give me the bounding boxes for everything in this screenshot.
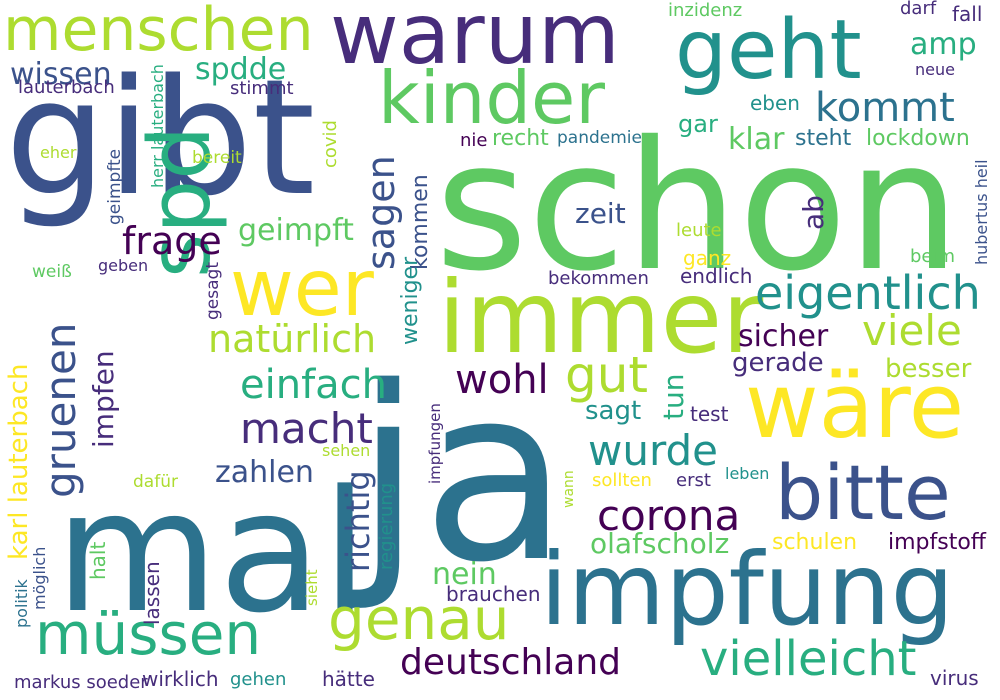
word-lauterbach: lauterbach <box>18 77 115 98</box>
word-weiss: weiß <box>32 262 72 282</box>
word-gehen: gehen <box>230 669 287 690</box>
word-wohl: wohl <box>455 357 549 403</box>
word-steht: steht <box>795 126 852 151</box>
word-eher: eher <box>40 143 77 162</box>
word-gerade: gerade <box>732 348 824 378</box>
word-geimpfte: geimpfte <box>105 148 125 225</box>
word-herr-lauterbach: herr lauterbach <box>148 64 167 188</box>
word-geben: geben <box>98 256 149 275</box>
word-eben: eben <box>750 91 800 115</box>
word-neue: neue <box>915 60 955 79</box>
word-natuerlich: natürlich <box>208 317 377 361</box>
word-sollten: sollten <box>592 470 652 491</box>
word-bitte: bitte <box>775 448 951 537</box>
word-leben: leben <box>725 464 770 483</box>
word-impfstoff: impfstoff <box>888 530 986 555</box>
word-geimpft: geimpft <box>238 213 354 248</box>
word-erst: erst <box>676 470 711 491</box>
word-geht: geht <box>675 3 862 98</box>
word-wann: wann <box>561 470 577 508</box>
word-wirklich: wirklich <box>142 667 219 691</box>
word-kinder: kinder <box>378 56 605 140</box>
word-viele: viele <box>862 306 962 355</box>
word-kommt: kommt <box>815 85 955 131</box>
word-stimmt: stimmt <box>230 78 294 99</box>
word-klar: klar <box>728 122 785 157</box>
word-deutschland: deutschland <box>400 642 622 683</box>
word-gut: gut <box>565 346 649 404</box>
word-sagen: sagen <box>359 155 403 270</box>
word-hubertus-heil: hubertus heil <box>972 159 991 265</box>
word-lockdown: lockdown <box>866 126 970 151</box>
word-politik: politik <box>12 579 31 628</box>
word-gar: gar <box>678 110 718 138</box>
word-kommen: kommen <box>408 174 433 270</box>
word-beim: beim <box>910 246 956 267</box>
word-regierung: regierung <box>376 482 397 570</box>
word-richtig: richtig <box>339 470 377 572</box>
word-schulen: schulen <box>772 530 858 555</box>
word-weniger: weniger <box>398 256 423 345</box>
word-test: test <box>690 402 729 426</box>
word-fall: fall <box>952 2 983 26</box>
word-endlich: endlich <box>680 264 753 288</box>
word-amp: amp <box>910 27 977 62</box>
word-ab: ab <box>797 195 830 230</box>
word-bereit: bereit <box>192 148 242 168</box>
word-recht: recht <box>492 126 549 151</box>
word-pandemie: pandemie <box>557 128 642 148</box>
word-virus: virus <box>930 666 979 690</box>
word-zeit: zeit <box>575 197 626 230</box>
word-frage: frage <box>122 219 222 263</box>
word-impfungen: impfungen <box>426 403 444 484</box>
word-moeglich: möglich <box>30 546 49 610</box>
word-dafuer: dafür <box>133 472 178 492</box>
word-leute: leute <box>676 220 722 241</box>
word-tun: tun <box>657 373 690 420</box>
word-einfach: einfach <box>240 362 388 408</box>
word-covid: covid <box>320 120 341 168</box>
word-halt: halt <box>86 541 110 580</box>
word-sehen: sehen <box>322 441 371 460</box>
word-nie: nie <box>460 130 488 151</box>
word-bekommen: bekommen <box>548 268 649 289</box>
word-cloud: schon ja gibt mal warum immer impfung ge… <box>0 0 1000 700</box>
word-brauchen: brauchen <box>446 582 541 606</box>
word-vielleicht: vielleicht <box>700 631 917 687</box>
word-zahlen: zahlen <box>215 455 314 490</box>
word-lassen: lassen <box>140 561 164 625</box>
word-haette: hätte <box>322 667 375 691</box>
word-menschen: menschen <box>3 0 314 65</box>
word-markus-soeder: markus soeder <box>14 672 148 693</box>
word-impfen: impfen <box>87 350 120 448</box>
word-olafscholz: olafscholz <box>590 527 730 560</box>
word-sieht: sieht <box>303 569 321 606</box>
word-karl-lauterbach: karl lauterbach <box>4 363 34 560</box>
word-darf: darf <box>900 0 937 19</box>
word-gruenen: gruenen <box>36 322 85 498</box>
word-gesagt: gesagt <box>203 262 223 320</box>
word-wurde: wurde <box>588 426 718 475</box>
word-inzidenz: inzidenz <box>668 0 743 21</box>
word-sagt: sagt <box>585 396 642 426</box>
word-besser: besser <box>885 354 972 384</box>
